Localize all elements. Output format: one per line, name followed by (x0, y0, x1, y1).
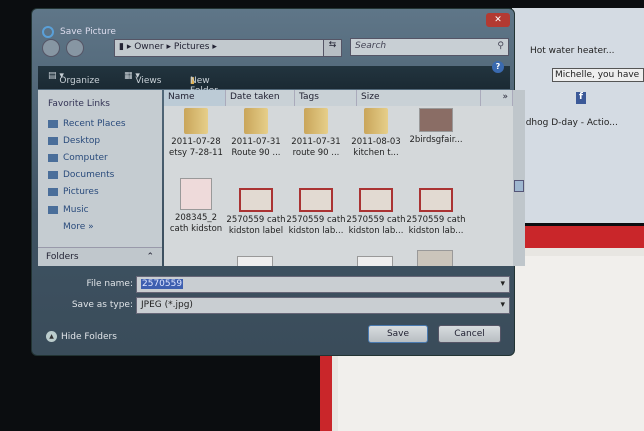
image-thumbnail (239, 188, 273, 212)
sidebar-item-documents[interactable]: Documents (48, 170, 114, 180)
sidebar-item-music[interactable]: Music (48, 205, 89, 215)
breadcrumb-owner[interactable]: Owner (134, 42, 163, 52)
dialog-title: Save Picture (60, 27, 116, 37)
more-columns-button[interactable]: » (481, 90, 513, 106)
chevron-down-icon[interactable]: ▾ (500, 279, 505, 289)
file-item[interactable]: 2570559 cath kidston lab... (346, 188, 406, 237)
help-icon[interactable]: ? (492, 61, 504, 73)
sidebar-item-recent-places[interactable]: Recent Places (48, 119, 126, 129)
cancel-button[interactable]: Cancel (438, 325, 501, 343)
scrollbar-thumb[interactable] (514, 180, 524, 192)
column-tags[interactable]: Tags (295, 90, 357, 106)
file-item[interactable]: 2011-07-28 etsy 7-28-11 (166, 108, 226, 159)
hide-folders-button[interactable]: ▲ Hide Folders (46, 331, 117, 342)
column-size[interactable]: Size (357, 90, 481, 106)
image-thumbnail (419, 108, 453, 132)
organize-button[interactable]: ▤ Organize ▾ (48, 71, 100, 86)
image-thumbnail (359, 188, 393, 212)
sidebar-item-desktop[interactable]: Desktop (48, 136, 100, 146)
file-item[interactable]: 2570559 cath kidston lab... (406, 188, 466, 237)
chevron-down-icon: ▾ (500, 300, 505, 310)
file-item[interactable]: 2011-08-03 kitchen t... (346, 108, 406, 159)
column-name[interactable]: Name (164, 90, 226, 106)
save-picture-dialog: Save Picture ✕ ▮ ▸ Owner ▸ Pictures ▸ ▾ … (31, 8, 525, 356)
save-options: File name: 2570559 ▾ Save as type: JPEG (… (38, 267, 510, 351)
ie-logo-icon (42, 26, 54, 38)
file-item[interactable]: 2birdsgfair... (406, 108, 466, 146)
file-item[interactable]: 2011-07-31 route 90 ... (286, 108, 346, 159)
search-icon: ⚲ (497, 41, 504, 51)
browser-tab[interactable]: Hot water heater... (530, 46, 644, 56)
file-item[interactable]: 2011-07-31 Route 90 ... (226, 108, 286, 159)
image-thumbnail (357, 256, 393, 266)
close-button[interactable]: ✕ (486, 13, 510, 27)
navigation-pane: Favorite Links Recent Places Desktop Com… (38, 90, 162, 266)
breadcrumb-pictures[interactable]: Pictures (174, 42, 210, 52)
forward-button[interactable] (66, 39, 84, 57)
address-bar[interactable]: ▮ ▸ Owner ▸ Pictures ▸ ▾ (114, 39, 341, 57)
save-button[interactable]: Save (368, 325, 428, 343)
sidebar-item-pictures[interactable]: Pictures (48, 187, 99, 197)
image-thumbnail (180, 178, 212, 210)
search-input[interactable]: Search ⚲ (350, 38, 509, 56)
browser-feed-text[interactable]: ndhog D-day - Actio... (520, 118, 644, 128)
save-as-type-label: Save as type: (71, 300, 133, 310)
folder-icon (304, 108, 328, 134)
facebook-icon[interactable]: f (576, 92, 586, 104)
file-item[interactable]: 2570559 cath kidston lab... (286, 188, 346, 237)
back-button[interactable] (42, 39, 60, 57)
folder-icon (184, 108, 208, 134)
image-thumbnail (417, 250, 453, 266)
column-date-taken[interactable]: Date taken (226, 90, 295, 106)
save-as-type-select[interactable]: JPEG (*.jpg) ▾ (136, 297, 510, 314)
favorite-links-heading: Favorite Links (48, 99, 110, 109)
folder-icon (364, 108, 388, 134)
refresh-button[interactable]: ⇆ (323, 39, 342, 57)
views-button[interactable]: ▦ Views ▾ (124, 71, 161, 86)
folder-icon: ▮ ▸ (119, 42, 135, 52)
file-name-input[interactable]: 2570559 ▾ (136, 276, 510, 293)
chevron-up-icon: ▲ (46, 331, 57, 342)
sidebar-item-computer[interactable]: Computer (48, 153, 108, 163)
background-browser-window: Hot water heater... Michelle, you have f… (512, 8, 644, 223)
folder-icon (244, 108, 268, 134)
chevron-up-icon: ⌃ (146, 252, 154, 262)
file-list: Name Date taken Tags Size » 2011-07-28 e… (164, 90, 513, 266)
sidebar-item-more[interactable]: More » (63, 222, 94, 232)
browser-message-box[interactable]: Michelle, you have (552, 68, 644, 82)
file-name-label: File name: (86, 279, 133, 289)
vertical-scrollbar[interactable] (513, 90, 525, 266)
image-thumbnail (237, 256, 273, 266)
toolbar: ▤ Organize ▾ ▦ Views ▾ ▮ New Folder ? (38, 61, 510, 96)
file-item[interactable]: 2570559 cath kidston label (226, 188, 286, 237)
folders-toggle[interactable]: Folders ⌃ (38, 247, 162, 266)
image-thumbnail (419, 188, 453, 212)
file-item[interactable]: 208345_2 cath kidston (166, 178, 226, 235)
image-thumbnail (299, 188, 333, 212)
